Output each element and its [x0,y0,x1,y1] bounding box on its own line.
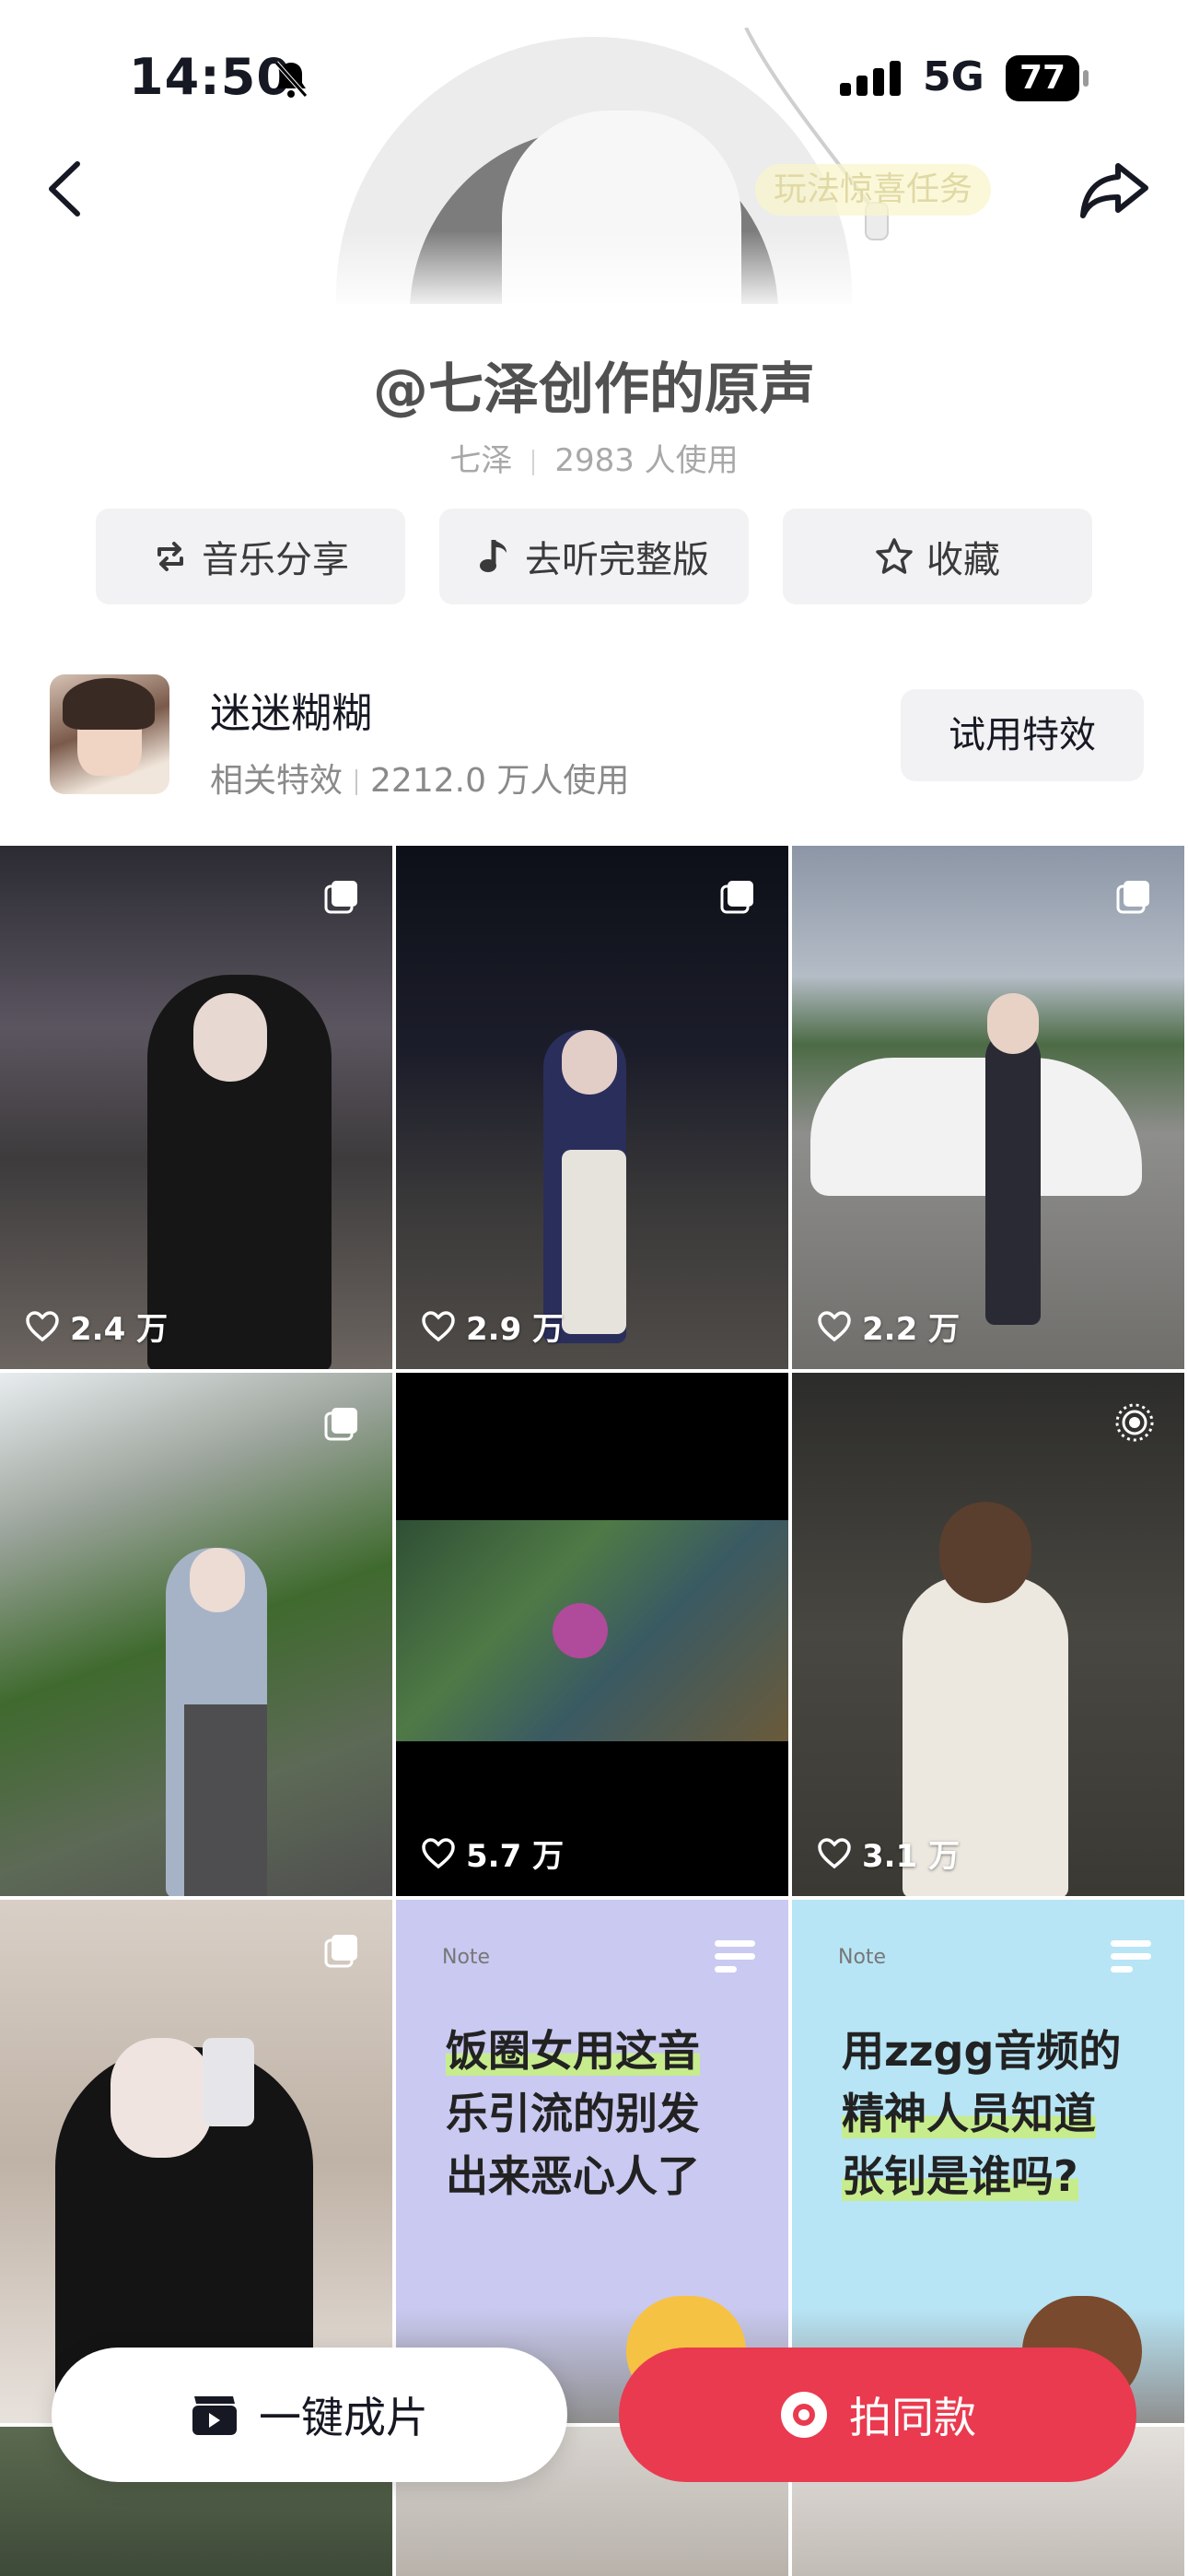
silent-bell-icon [274,61,308,98]
heart-icon [818,1837,851,1868]
effect-category: 相关特效 [210,762,344,800]
full-version-button[interactable]: 去听完整版 [439,509,749,604]
effect-usage: 2212.0 万人使用 [370,762,630,800]
sound-author[interactable]: 七泽 [449,442,512,479]
effect-meta: 相关特效 2212.0 万人使用 [210,754,629,802]
note-label: Note [442,1946,491,1969]
promo-task-tag[interactable]: 玩法惊喜任务 [755,164,992,216]
like-count: 2.9 万 [422,1304,564,1349]
music-note-icon [480,540,507,572]
try-effect-button[interactable]: 试用特效 [901,689,1144,781]
note-icon [1111,1940,1151,1979]
like-count-value: 2.2 万 [862,1311,961,1348]
effect-thumbnail[interactable] [50,674,169,794]
note-text: 用zzgg音频的 精神人员知道 张钊是谁吗? [842,2020,1121,2207]
note-line: 出来恶心人了 [446,2151,700,2201]
shoot-same-label: 拍同款 [849,2393,976,2442]
video-card-3[interactable]: 2.2 万 [792,846,1184,1369]
like-count-value: 3.1 万 [862,1838,961,1875]
note-text: 饭圈女用这音 乐引流的别发 出来恶心人了 [446,2020,700,2207]
share-icon[interactable] [1077,158,1151,223]
like-count: 2.4 万 [26,1304,168,1349]
heart-icon [818,1310,851,1341]
network-type: 5G [923,53,984,100]
note-line: 张钊是谁吗? [842,2151,1078,2201]
sound-title: @七泽创作的原声 [373,357,815,422]
like-count-value: 2.9 万 [466,1311,565,1348]
one-click-video-button[interactable]: 一键成片 [52,2348,567,2482]
effect-name[interactable]: 迷迷糊糊 [210,680,372,739]
note-label: Note [838,1946,887,1969]
note-line: 精神人员知道 [842,2089,1096,2138]
video-card-6[interactable]: 3.1 万 [792,1373,1184,1896]
multi-image-icon [720,881,753,914]
note-line: 乐引流的别发 [446,2089,700,2138]
one-click-video-label: 一键成片 [259,2393,428,2442]
heart-icon [26,1310,59,1341]
music-share-button[interactable]: 音乐分享 [96,509,405,604]
multi-image-icon [1116,881,1149,914]
favorite-label: 收藏 [926,539,1000,581]
music-share-label: 音乐分享 [202,539,349,581]
status-time: 14:50 [129,48,292,106]
earphone-decoration [744,28,889,240]
multi-image-icon [324,1408,357,1441]
cover-fade [0,230,1188,313]
back-arrow-icon[interactable] [42,157,87,221]
note-line: 饭圈女用这音 [446,2026,700,2076]
live-photo-icon [1115,1403,1154,1442]
multi-image-icon [324,1935,357,1968]
camera-icon [781,2392,827,2438]
video-card-1[interactable]: 2.4 万 [0,846,392,1369]
battery-indicator: 77 [1006,55,1089,101]
full-version-label: 去听完整版 [525,539,709,581]
like-count: 3.1 万 [818,1831,960,1876]
multi-image-icon [324,881,357,914]
like-count: 5.7 万 [422,1831,564,1876]
video-card-7[interactable] [0,1900,392,2423]
favorite-button[interactable]: 收藏 [783,509,1092,604]
video-card-4[interactable] [0,1373,392,1896]
like-count-value: 5.7 万 [466,1838,565,1875]
note-icon [715,1940,755,1979]
video-card-8[interactable]: Note 饭圈女用这音 乐引流的别发 出来恶心人了 [396,1900,788,2423]
heart-icon [422,1310,455,1341]
shoot-same-button[interactable]: 拍同款 [619,2348,1136,2482]
clapperboard-icon [192,2396,237,2435]
sound-meta: 七泽 2983 人使用 [0,435,1188,480]
repost-icon [157,542,183,571]
video-card-9[interactable]: Note 用zzgg音频的 精神人员知道 张钊是谁吗? [792,1900,1184,2423]
sound-usage: 2983 人使用 [554,442,739,479]
note-line: 用zzgg音频的 [842,2026,1122,2076]
video-card-5[interactable]: 5.7 万 [396,1373,788,1896]
like-count: 2.2 万 [818,1304,960,1349]
video-card-2[interactable]: 2.9 万 [396,846,788,1369]
heart-icon [422,1837,455,1868]
like-count-value: 2.4 万 [70,1311,169,1348]
star-icon [876,538,913,574]
